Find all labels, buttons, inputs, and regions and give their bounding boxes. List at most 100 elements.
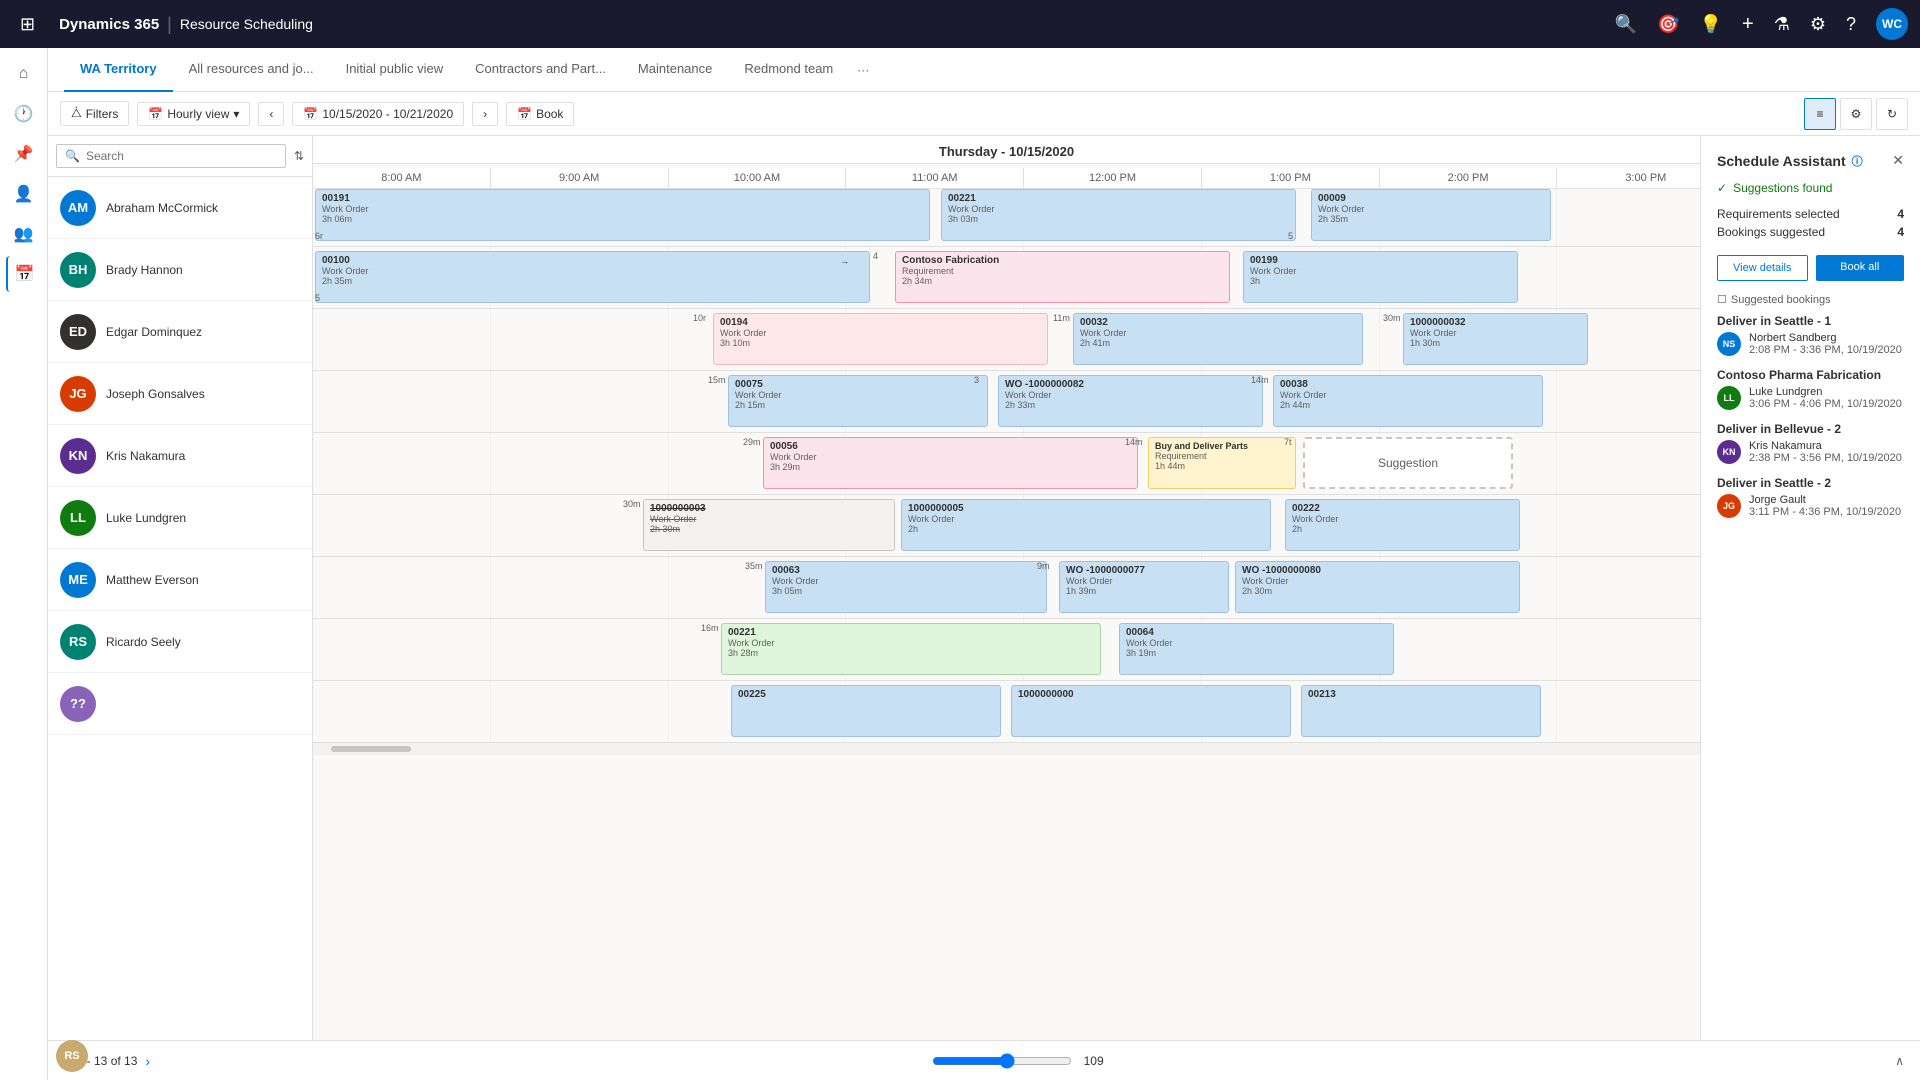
resource-item[interactable]: JG Joseph Gonsalves [48,363,312,425]
timeline-row: 00225 1000000000 00213 [313,681,1700,743]
user-avatar[interactable]: WC [1876,8,1908,40]
filter-icon[interactable]: ⚗ [1774,14,1790,35]
next-button[interactable]: › [472,102,498,126]
avatar: JG [1717,494,1741,518]
booking-block[interactable]: 00063 Work Order 3h 05m [765,561,1047,613]
booking-block[interactable]: 1000000003 Work Order 2h 30m [643,499,895,551]
suggestion-card: Contoso Pharma Fabrication LL Luke Lundg… [1717,368,1904,410]
resource-item[interactable]: ME Matthew Everson [48,549,312,611]
sidebar-recent[interactable]: 🕐 [6,96,42,132]
next-page-button[interactable]: › [145,1053,150,1069]
resource-name: Ricardo Seely [106,635,181,649]
booking-block[interactable]: WO -1000000082 Work Order 2h 33m [998,375,1263,427]
resource-item[interactable]: LL Luke Lundgren [48,487,312,549]
booking-block[interactable]: 00199 Work Order 3h [1243,251,1518,303]
sidebar-people[interactable]: 👤 [6,176,42,212]
booking-block[interactable]: 00056 Work Order 3h 29m [763,437,1138,489]
avatar: ED [60,314,96,350]
tab-maintenance[interactable]: Maintenance [622,48,728,92]
sidebar-calendar[interactable]: 📅 [6,256,42,292]
booking-block[interactable]: 00038 Work Order 2h 44m [1273,375,1543,427]
prev-button[interactable]: ‹ [258,102,284,126]
resource-item[interactable]: ED Edgar Dominquez [48,301,312,363]
tab-all-resources[interactable]: All resources and jo... [173,48,330,92]
collapse-button[interactable]: ∧ [1895,1054,1904,1068]
sort-icon[interactable]: ⇅ [294,149,304,163]
target-icon[interactable]: 🎯 [1657,14,1679,35]
booking-block[interactable]: 1000000032 Work Order 1h 30m [1403,313,1588,365]
stats-bookings: Bookings suggested 4 [1717,225,1904,239]
check-icon: ✓ [1717,181,1727,195]
zoom-slider[interactable] [932,1053,1072,1069]
tab-redmond[interactable]: Redmond team [728,48,849,92]
booking-block[interactable]: 00009 Work Order 2h 35m [1311,189,1551,241]
filters-button[interactable]: ⧊ Filters [60,101,129,126]
timeline-row: 00221 Work Order 3h 28m 00064 Work Order… [313,619,1700,681]
tab-initial-public[interactable]: Initial public view [330,48,460,92]
booking-block[interactable]: 1000000000 [1011,685,1291,737]
resource-item[interactable]: ?? [48,673,312,735]
tab-contractors[interactable]: Contractors and Part... [459,48,622,92]
search-icon[interactable]: 🔍 [1615,14,1637,35]
booking-block[interactable]: 00032 Work Order 2h 41m [1073,313,1363,365]
booking-block[interactable]: Buy and Deliver Parts Requirement 1h 44m [1148,437,1296,489]
view-selector[interactable]: 📅 Hourly view ▾ [137,102,250,126]
tab-wa-territory[interactable]: WA Territory [64,48,173,92]
resource-item[interactable]: AM Abraham McCormick [48,177,312,239]
booking-block[interactable]: WO -1000000077 Work Order 1h 39m [1059,561,1229,613]
booking-suggestion[interactable]: Suggestion [1303,437,1513,489]
book-button[interactable]: 📅 Book [506,102,574,126]
sidebar-pinned[interactable]: 📌 [6,136,42,172]
search-box[interactable]: 🔍 [56,144,286,168]
booking-block[interactable]: 00221 Work Order 3h 28m [721,623,1101,675]
booking-block[interactable]: Contoso Fabrication Requirement 2h 34m [895,251,1230,303]
topbar-icons: 🔍 🎯 💡 + ⚗ ⚙ ? WC [1615,8,1908,40]
search-input[interactable] [86,149,277,163]
resource-name: Kris Nakamura [106,449,185,463]
avatar: KN [1717,440,1741,464]
date-range-icon: 📅 [303,107,318,121]
booking-block[interactable]: 00064 Work Order 3h 19m [1119,623,1394,675]
list-view-button[interactable]: ≡ [1804,98,1836,130]
sidebar-home[interactable]: ⌂ [6,56,42,92]
avatar: LL [1717,386,1741,410]
booking-block[interactable]: 00213 [1301,685,1541,737]
booking-block[interactable]: 00222 Work Order 2h [1285,499,1520,551]
sidebar-team[interactable]: 👥 [6,216,42,252]
booking-block[interactable]: 00191 Work Order 3h 06m [315,189,930,241]
info-icon[interactable]: ⓘ [1852,153,1863,169]
settings-icon[interactable]: ⚙ [1810,14,1826,35]
main-area: WA Territory All resources and jo... Ini… [48,48,1920,1080]
help-icon[interactable]: ? [1846,14,1856,35]
toolbar-right: ≡ ⚙ ↻ [1804,98,1908,130]
booking-block[interactable]: 00075 Work Order 2h 15m [728,375,988,427]
schedule-assistant-panel: Schedule Assistant ⓘ ✕ ✓ Suggestions fou… [1700,136,1920,1080]
timeline-row: 1000000003 Work Order 2h 30m 1000000005 … [313,495,1700,557]
sidebar: ⌂ 🕐 📌 👤 👥 📅 [0,48,48,1080]
refresh-button[interactable]: ↻ [1876,98,1908,130]
avatar: BH [60,252,96,288]
booking-block[interactable]: 00221 Work Order 3h 03m [941,189,1296,241]
bulb-icon[interactable]: 💡 [1700,14,1722,35]
booking-block[interactable]: 00100 Work Order 2h 35m → [315,251,870,303]
resource-item[interactable]: KN Kris Nakamura [48,425,312,487]
timeline-row: 00075 Work Order 2h 15m WO -1000000082 W… [313,371,1700,433]
booking-block[interactable]: 1000000005 Work Order 2h [901,499,1271,551]
view-details-button[interactable]: View details [1717,255,1808,281]
search-icon: 🔍 [65,149,80,163]
booking-block[interactable]: WO -1000000080 Work Order 2h 30m [1235,561,1520,613]
tab-more-button[interactable]: ··· [849,63,877,77]
booking-block[interactable]: 00194 Work Order 3h 10m [713,313,1048,365]
book-all-button[interactable]: Book all [1816,255,1905,281]
book-icon: 📅 [517,107,532,121]
timeline-row: 00191 Work Order 3h 06m 00221 Work Order… [313,185,1700,247]
booking-block[interactable]: 00225 [731,685,1001,737]
brand-name: Dynamics 365 [59,16,159,33]
suggestion-card: Deliver in Seattle - 2 JG Jorge Gault 3:… [1717,476,1904,518]
resource-item[interactable]: BH Brady Hannon [48,239,312,301]
settings-button[interactable]: ⚙ [1840,98,1872,130]
plus-icon[interactable]: + [1742,13,1754,36]
close-icon[interactable]: ✕ [1892,152,1904,169]
apps-icon[interactable]: ⊞ [12,6,43,43]
resource-item[interactable]: RS Ricardo Seely [48,611,312,673]
